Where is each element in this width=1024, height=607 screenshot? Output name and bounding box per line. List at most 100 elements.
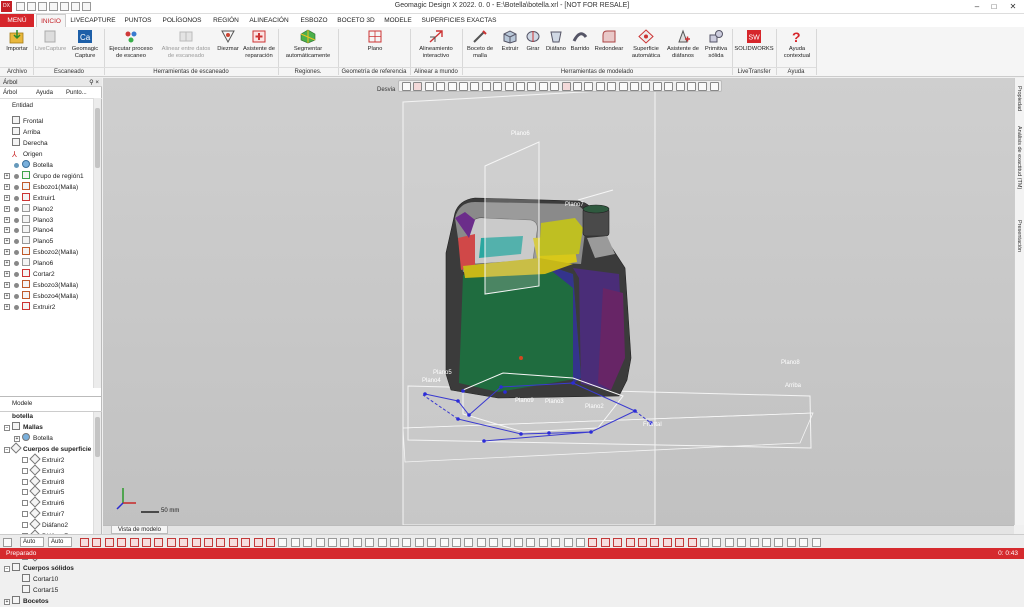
selection-filter-icon[interactable] [464,538,474,547]
tree-item[interactable]: Esbozo3(Malla) [22,279,78,291]
visibility-checkbox[interactable] [22,521,28,528]
loft-button[interactable]: Diáfano [544,29,568,67]
view-tool-icon[interactable] [527,82,537,91]
tab-presentacion[interactable]: Presentación [1016,220,1022,252]
tab-region[interactable]: REGIÓN [208,14,244,27]
model-solid-cortar10[interactable]: Cortar10 [22,574,58,585]
plane-label-plano2[interactable]: Plano2 [585,404,604,410]
run-scan-process-button[interactable]: Ejecutar proceso de escaneo [106,29,156,67]
tree-expander[interactable]: + [4,205,10,212]
view-tool-icon[interactable] [413,82,423,91]
view-tool-icon[interactable] [550,82,560,91]
tree-expander[interactable]: + [4,303,10,310]
plane-label-plano8[interactable]: Plano8 [781,360,800,366]
selection-filter-icon[interactable] [179,538,189,547]
selection-filter-icon[interactable] [142,538,151,547]
visibility-dot-icon[interactable] [14,173,19,179]
tree-expander[interactable]: + [4,183,10,190]
selection-filter-icon[interactable] [613,538,623,547]
geomagic-capture-button[interactable]: Ca Geomagic Capture [68,29,102,67]
visibility-dot-icon[interactable] [14,239,19,245]
selection-filter-icon[interactable] [489,538,499,547]
selection-filter-icon[interactable] [402,538,412,547]
selection-filter-icon[interactable] [526,538,536,547]
repair-wizard-button[interactable]: Asistente de reparación [242,29,276,67]
tab-analisis-exactitud[interactable]: Análisis de exactitud (TM) [1016,126,1022,189]
interactive-align-button[interactable]: Alineamiento interactivo [414,29,458,67]
selection-filter-icon[interactable] [737,538,747,547]
solid-primitive-button[interactable]: Primitiva sólida [702,29,730,67]
selection-filter-icon[interactable] [687,538,697,547]
tree-item[interactable]: Extruir2 [22,301,55,313]
tab-superficies-exactas[interactable]: SUPERFICIES EXACTAS [420,14,498,27]
visibility-checkbox[interactable] [22,478,28,485]
tree-item-origen[interactable]: ⅄ Origen [12,149,43,160]
model-group-surface-bodies[interactable]: Cuerpos de superficie [10,442,91,455]
plane-label-plano9[interactable]: Plano9 [515,398,534,404]
visibility-checkbox[interactable] [22,500,28,507]
close-icon[interactable]: ✕ [1006,1,1020,13]
tree-expander[interactable]: + [4,249,10,256]
tree-item[interactable]: Cortar2 [22,269,55,280]
selection-filter-icon[interactable] [427,538,437,547]
selection-filter-icon[interactable] [476,538,486,547]
view-tool-icon[interactable] [504,82,514,91]
selection-filter-icon[interactable] [625,538,635,547]
model-group-solid-bodies[interactable]: Cuerpos sólidos [12,563,74,574]
selection-filter-icon[interactable] [452,538,461,547]
selection-filter-icon[interactable] [352,538,362,547]
view-tool-icon[interactable] [698,82,708,91]
view-tool-icon[interactable] [652,82,662,91]
tree-item[interactable]: Grupo de región1 [22,170,84,182]
visibility-dot-icon[interactable] [14,228,19,234]
visibility-dot-icon[interactable] [14,195,19,201]
model-group-mallas[interactable]: Mallas [12,422,43,433]
tree-expander[interactable]: + [4,260,10,267]
plane-label-plano3[interactable]: Plano3 [545,399,564,405]
selection-filter-icon[interactable] [762,538,771,547]
tab-ayuda[interactable]: Ayuda [36,88,53,99]
revolve-button[interactable]: Girar [522,29,544,67]
visibility-checkbox[interactable] [22,489,28,496]
selection-filter-icon[interactable] [129,538,139,547]
plane-button[interactable]: Plano [360,29,390,67]
model-group-sketches[interactable]: Bocetos [12,596,49,607]
visibility-dot-icon[interactable] [14,206,19,212]
livecapture-button[interactable]: LiveCapture [35,29,66,67]
model-scrollbar[interactable] [93,412,101,540]
visibility-dot-icon[interactable] [14,304,19,310]
fillet-button[interactable]: Redondear [592,29,626,67]
visibility-dot-icon[interactable] [14,261,19,267]
selection-filter-icon[interactable] [117,538,127,547]
model-mesh-botella[interactable]: Botella [22,433,53,444]
visibility-dot-icon[interactable] [14,184,19,190]
tree-item[interactable]: Plano3 [22,214,53,226]
import-button[interactable]: Importar [2,29,32,67]
view-tool-icon[interactable] [595,82,605,91]
view-tool-icon[interactable] [607,82,617,91]
tree-item-derecha[interactable]: Derecha [12,138,48,149]
view-tool-icon[interactable] [573,82,582,91]
tree-expander[interactable]: + [4,281,10,288]
context-help-button[interactable]: ? Ayuda contextual [780,29,814,67]
view-tool-icon[interactable] [618,82,628,91]
visibility-dot-icon[interactable] [14,293,19,299]
extrude-button[interactable]: Extruir [498,29,522,67]
selection-filter-icon[interactable] [700,538,709,547]
visibility-checkbox[interactable] [22,457,28,463]
plane-label-plano5[interactable]: Plano5 [433,370,452,376]
minimize-icon[interactable]: – [970,1,984,13]
tree-item-arriba[interactable]: Arriba [12,127,40,138]
selection-filter-icon[interactable] [166,538,176,547]
selection-filter-icon[interactable] [365,538,375,547]
selection-filter-icon[interactable] [501,538,511,547]
selection-filter-icon[interactable] [80,538,89,547]
view-tool-icon[interactable] [687,82,696,91]
selection-filter-icon[interactable] [92,538,102,547]
tree-expander[interactable]: + [4,271,10,277]
tab-boceto-3d[interactable]: BOCETO 3D [336,14,376,27]
selection-filter-icon[interactable] [278,538,288,547]
sweep-button[interactable]: Barrido [568,29,592,67]
plane-label-plano4[interactable]: Plano4 [422,378,441,384]
selection-filter-icon[interactable] [588,538,598,547]
